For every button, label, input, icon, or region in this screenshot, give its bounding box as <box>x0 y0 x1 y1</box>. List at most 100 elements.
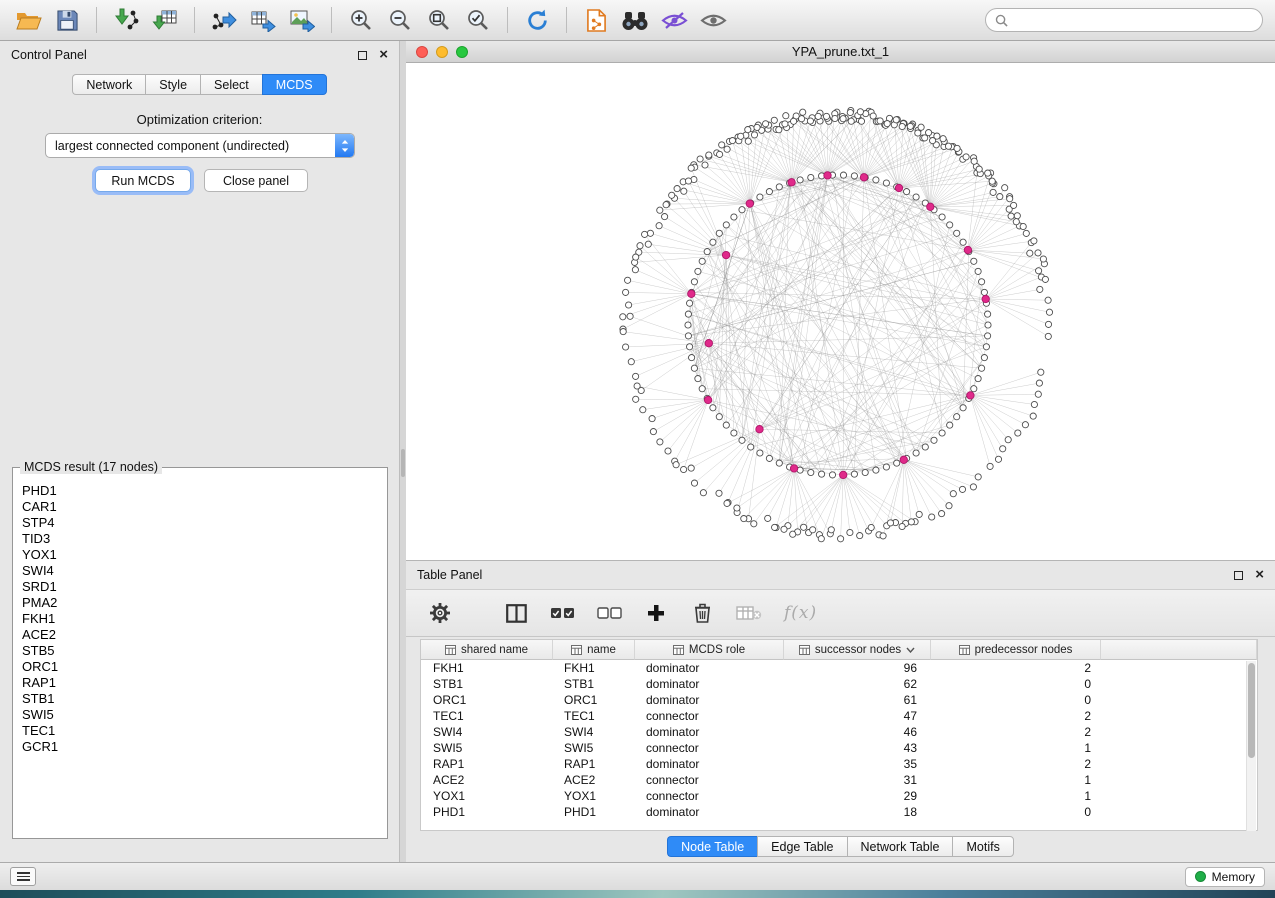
close-panel-icon[interactable]: × <box>379 49 388 61</box>
network-node[interactable] <box>954 230 960 236</box>
network-node[interactable] <box>975 474 981 480</box>
network-node[interactable] <box>1045 297 1051 303</box>
network-node[interactable] <box>981 355 987 361</box>
network-canvas[interactable] <box>406 63 1275 560</box>
network-node[interactable] <box>642 231 648 237</box>
export-network-icon[interactable] <box>208 4 240 36</box>
column-header-successor-nodes[interactable]: successor nodes <box>784 640 931 660</box>
network-node[interactable] <box>922 444 928 450</box>
network-node[interactable] <box>1035 391 1041 397</box>
network-node[interactable] <box>819 471 825 477</box>
search-input[interactable] <box>1013 13 1253 27</box>
delete-table-icon[interactable] <box>736 600 762 626</box>
network-node[interactable] <box>623 344 629 350</box>
network-node[interactable] <box>772 524 778 530</box>
network-node[interactable] <box>939 214 945 220</box>
mcds-result-item[interactable]: SWI5 <box>22 707 386 723</box>
network-node[interactable] <box>945 143 951 149</box>
network-node[interactable] <box>633 396 639 402</box>
network-node[interactable] <box>975 376 981 382</box>
mcds-result-item[interactable]: TEC1 <box>22 723 386 739</box>
network-node[interactable] <box>929 514 935 520</box>
network-node[interactable] <box>808 469 814 475</box>
mcds-result-item[interactable]: GCR1 <box>22 739 386 755</box>
column-header-shared-name[interactable]: shared name <box>421 640 553 660</box>
network-node[interactable] <box>717 151 723 157</box>
network-node[interactable] <box>716 490 722 496</box>
network-node[interactable] <box>691 365 697 371</box>
network-node[interactable] <box>810 527 816 533</box>
network-node[interactable] <box>1036 380 1042 386</box>
mcds-dominator-node[interactable] <box>900 456 907 463</box>
mcds-result-item[interactable]: SWI4 <box>22 563 386 579</box>
network-node[interactable] <box>963 154 969 160</box>
close-mcds-panel-button[interactable]: Close panel <box>204 169 308 192</box>
network-node[interactable] <box>620 329 626 335</box>
network-node[interactable] <box>627 313 633 319</box>
delete-column-icon[interactable] <box>690 600 714 626</box>
network-node[interactable] <box>791 118 797 124</box>
network-node[interactable] <box>640 407 646 413</box>
network-node[interactable] <box>985 170 991 176</box>
table-row[interactable]: TEC1TEC1connector472 <box>421 708 1257 724</box>
network-node[interactable] <box>815 113 821 119</box>
network-node[interactable] <box>883 180 889 186</box>
refresh-layout-icon[interactable] <box>521 4 553 36</box>
float-panel-icon[interactable] <box>358 51 367 60</box>
network-node[interactable] <box>858 118 864 124</box>
mcds-dominator-node[interactable] <box>840 471 847 478</box>
network-node[interactable] <box>987 463 993 469</box>
network-node[interactable] <box>908 519 914 525</box>
network-node[interactable] <box>873 177 879 183</box>
network-node[interactable] <box>828 527 834 533</box>
network-node[interactable] <box>685 322 691 328</box>
network-node[interactable] <box>633 254 639 260</box>
tab-select[interactable]: Select <box>200 74 262 95</box>
zoom-in-icon[interactable] <box>345 4 377 36</box>
network-node[interactable] <box>1013 219 1019 225</box>
network-node[interactable] <box>877 118 883 124</box>
network-node[interactable] <box>710 405 716 411</box>
network-node[interactable] <box>979 365 985 371</box>
mcds-result-item[interactable]: YOX1 <box>22 547 386 563</box>
network-node[interactable] <box>650 429 656 435</box>
network-node[interactable] <box>1008 213 1014 219</box>
network-node[interactable] <box>1031 238 1037 244</box>
open-file-icon[interactable] <box>12 4 44 36</box>
network-node[interactable] <box>685 311 691 317</box>
network-node[interactable] <box>734 505 740 511</box>
network-node[interactable] <box>954 414 960 420</box>
network-node[interactable] <box>687 344 693 350</box>
network-node[interactable] <box>840 116 846 122</box>
table-row[interactable]: FKH1FKH1dominator962 <box>421 660 1257 676</box>
tab-network[interactable]: Network <box>72 74 145 95</box>
network-node[interactable] <box>766 189 772 195</box>
tab-style[interactable]: Style <box>145 74 200 95</box>
network-node[interactable] <box>873 467 879 473</box>
network-node[interactable] <box>665 448 671 454</box>
tab-node-table[interactable]: Node Table <box>667 836 757 857</box>
tab-mcds[interactable]: MCDS <box>262 74 327 95</box>
mcds-result-item[interactable]: CAR1 <box>22 499 386 515</box>
network-node[interactable] <box>688 165 694 171</box>
network-node[interactable] <box>808 174 814 180</box>
run-mcds-button[interactable]: Run MCDS <box>95 169 191 192</box>
network-node[interactable] <box>637 243 643 249</box>
network-node[interactable] <box>739 437 745 443</box>
mcds-result-item[interactable]: STB1 <box>22 691 386 707</box>
network-node[interactable] <box>880 533 886 539</box>
network-node[interactable] <box>723 222 729 228</box>
network-node[interactable] <box>649 416 655 422</box>
network-node[interactable] <box>894 460 900 466</box>
network-node[interactable] <box>931 437 937 443</box>
network-node[interactable] <box>893 117 899 123</box>
hide-selected-icon[interactable] <box>658 4 690 36</box>
network-node[interactable] <box>851 173 857 179</box>
table-scrollbar[interactable] <box>1246 661 1256 831</box>
network-node[interactable] <box>960 405 966 411</box>
close-table-panel-icon[interactable]: × <box>1255 569 1264 581</box>
network-node[interactable] <box>922 135 928 141</box>
network-node[interactable] <box>776 460 782 466</box>
network-node[interactable] <box>904 189 910 195</box>
network-node[interactable] <box>699 386 705 392</box>
